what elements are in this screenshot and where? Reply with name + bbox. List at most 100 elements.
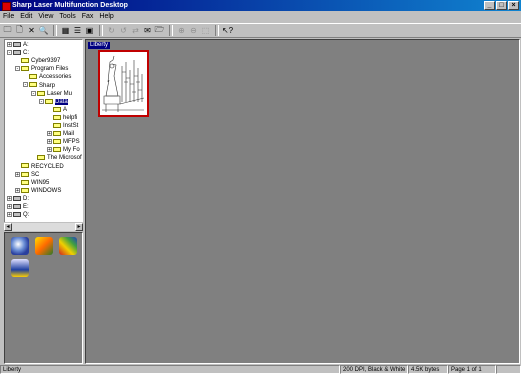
rotate-icon[interactable]: ↻ xyxy=(106,25,117,36)
folder-icon xyxy=(29,82,37,88)
expand-icon[interactable]: + xyxy=(15,171,20,177)
tree-item[interactable]: The Microsoft xyxy=(31,154,82,162)
tree-horizontal-scrollbar[interactable]: ◂ ▸ xyxy=(4,222,83,231)
tree-item[interactable]: - Laser Mu xyxy=(31,90,72,98)
fit-page-icon[interactable]: ⬚ xyxy=(200,25,211,36)
folder-icon xyxy=(29,74,37,80)
folder-icon xyxy=(53,122,61,128)
collapse-icon[interactable]: - xyxy=(7,50,12,56)
close-button[interactable]: × xyxy=(508,1,519,10)
tree-item-label: C: xyxy=(23,50,29,57)
status-message: Liberty xyxy=(0,365,340,374)
tree-item[interactable]: InstSt xyxy=(47,122,78,130)
graphics-app-icon[interactable] xyxy=(59,237,77,255)
zoom-in-icon[interactable]: ⊕ xyxy=(176,25,187,36)
tree-item[interactable]: + MFPS xyxy=(47,138,80,146)
collapse-icon[interactable]: - xyxy=(15,66,20,72)
drive-icon xyxy=(13,203,21,209)
thumbnail-label[interactable]: Liberty xyxy=(88,42,111,49)
rotate-left-icon[interactable]: ↺ xyxy=(118,25,129,36)
scroll-right-arrow-icon[interactable]: ▸ xyxy=(75,223,83,231)
tree-item-label: WINDOWS xyxy=(31,187,62,194)
folder-icon xyxy=(21,187,29,193)
tree-item-label: MFPS xyxy=(63,139,80,146)
status-bar: Liberty 200 DPI, Black & White 4.5K byte… xyxy=(0,365,521,374)
tree-item[interactable]: Cyber9397 xyxy=(15,57,60,65)
find-icon[interactable]: 🔍 xyxy=(38,25,49,36)
tree-item[interactable]: + A: xyxy=(7,41,29,49)
tree-item[interactable]: - C: xyxy=(7,49,29,57)
new-document-icon[interactable]: 🗋 xyxy=(14,25,25,36)
thumbnail-view-icon[interactable]: ▦ xyxy=(60,25,71,36)
tree-item-label: Sharp xyxy=(39,82,56,89)
expand-icon[interactable]: + xyxy=(47,147,52,153)
folder-icon xyxy=(53,147,61,153)
menu-fax[interactable]: Fax xyxy=(82,12,94,22)
menu-view[interactable]: View xyxy=(38,12,53,22)
flip-icon[interactable]: ⇄ xyxy=(130,25,141,36)
tree-item[interactable]: - Sharp xyxy=(23,82,55,90)
paint-icon[interactable] xyxy=(35,237,53,255)
tree-item[interactable]: + Mail xyxy=(47,130,74,138)
tree-item[interactable]: helpfi xyxy=(47,114,77,122)
collapse-icon[interactable]: - xyxy=(31,90,36,96)
browser-icon[interactable] xyxy=(11,237,29,255)
menu-help[interactable]: Help xyxy=(99,12,113,22)
collapse-icon[interactable]: - xyxy=(23,82,28,88)
title-bar: Sharp Laser Multifunction Desktop _ □ × xyxy=(0,0,521,11)
scroll-left-arrow-icon[interactable]: ◂ xyxy=(4,223,12,231)
window-title: Sharp Laser Multifunction Desktop xyxy=(12,2,128,9)
tree-item[interactable]: + SC xyxy=(15,171,39,179)
delete-icon[interactable]: ✕ xyxy=(26,25,37,36)
tree-item[interactable]: - Program Files xyxy=(15,65,68,73)
tree-item-label: Q: xyxy=(23,212,30,219)
tree-item[interactable]: Accessories xyxy=(23,73,71,81)
tree-item[interactable]: WIN95 xyxy=(15,179,49,187)
toolbar: 🗀 🗋 ✕ 🔍 ▦ ☰ ▣ ↻ ↺ ⇄ ✉ 🗁 ⊕ ⊖ ⬚ ↖? xyxy=(0,23,521,38)
expand-icon[interactable]: + xyxy=(7,195,12,201)
send-icon[interactable]: ✉ xyxy=(142,25,153,36)
folder-icon xyxy=(45,98,53,104)
new-folder-icon[interactable]: 🗀 xyxy=(2,25,13,36)
status-empty xyxy=(496,365,521,374)
status-resolution: 200 DPI, Black & White xyxy=(340,365,408,374)
expand-icon[interactable]: + xyxy=(7,203,12,209)
tree-item[interactable]: + E: xyxy=(7,203,29,211)
menu-file[interactable]: File xyxy=(3,12,14,22)
document-thumbnail[interactable] xyxy=(98,50,149,117)
tree-item[interactable]: - Data xyxy=(39,98,68,106)
expand-icon[interactable]: + xyxy=(7,212,12,218)
folder-icon xyxy=(53,106,61,112)
tree-item-label: Laser Mu xyxy=(47,90,73,97)
context-help-icon[interactable]: ↖? xyxy=(222,25,233,36)
open-folder-icon[interactable]: 🗁 xyxy=(154,25,165,36)
fax-app-icon[interactable] xyxy=(11,259,29,277)
statue-sketch-image xyxy=(102,55,145,112)
maximize-button[interactable]: □ xyxy=(496,1,507,10)
folder-icon xyxy=(37,90,45,96)
expand-icon[interactable]: + xyxy=(15,187,20,193)
minimize-button[interactable]: _ xyxy=(484,1,495,10)
folder-icon xyxy=(53,139,61,145)
tree-item[interactable]: + My Fo xyxy=(47,146,80,154)
document-workspace[interactable]: Liberty xyxy=(85,39,520,364)
destination-icon-panel xyxy=(4,232,83,364)
tree-item[interactable]: RECYCLED xyxy=(15,163,64,171)
tree-item[interactable]: A xyxy=(47,106,67,114)
zoom-out-icon[interactable]: ⊖ xyxy=(188,25,199,36)
tree-item-label: A: xyxy=(23,42,29,48)
tree-item-label: Cyber9397 xyxy=(31,58,61,65)
menu-tools[interactable]: Tools xyxy=(59,12,75,22)
image-view-icon[interactable]: ▣ xyxy=(84,25,95,36)
tree-item[interactable]: + WINDOWS xyxy=(15,187,61,195)
menu-edit[interactable]: Edit xyxy=(20,12,32,22)
expand-icon[interactable]: + xyxy=(47,139,52,145)
expand-icon[interactable]: + xyxy=(7,41,12,47)
collapse-icon[interactable]: - xyxy=(39,98,44,104)
expand-icon[interactable]: + xyxy=(47,131,52,137)
tree-item[interactable]: + D: xyxy=(7,195,29,203)
folder-tree[interactable]: + A: - C: Cyber9397 - Program Files Accessories… xyxy=(4,39,83,229)
details-view-icon[interactable]: ☰ xyxy=(72,25,83,36)
tree-item-label: D: xyxy=(23,195,29,202)
tree-item[interactable]: + Q: xyxy=(7,211,29,219)
